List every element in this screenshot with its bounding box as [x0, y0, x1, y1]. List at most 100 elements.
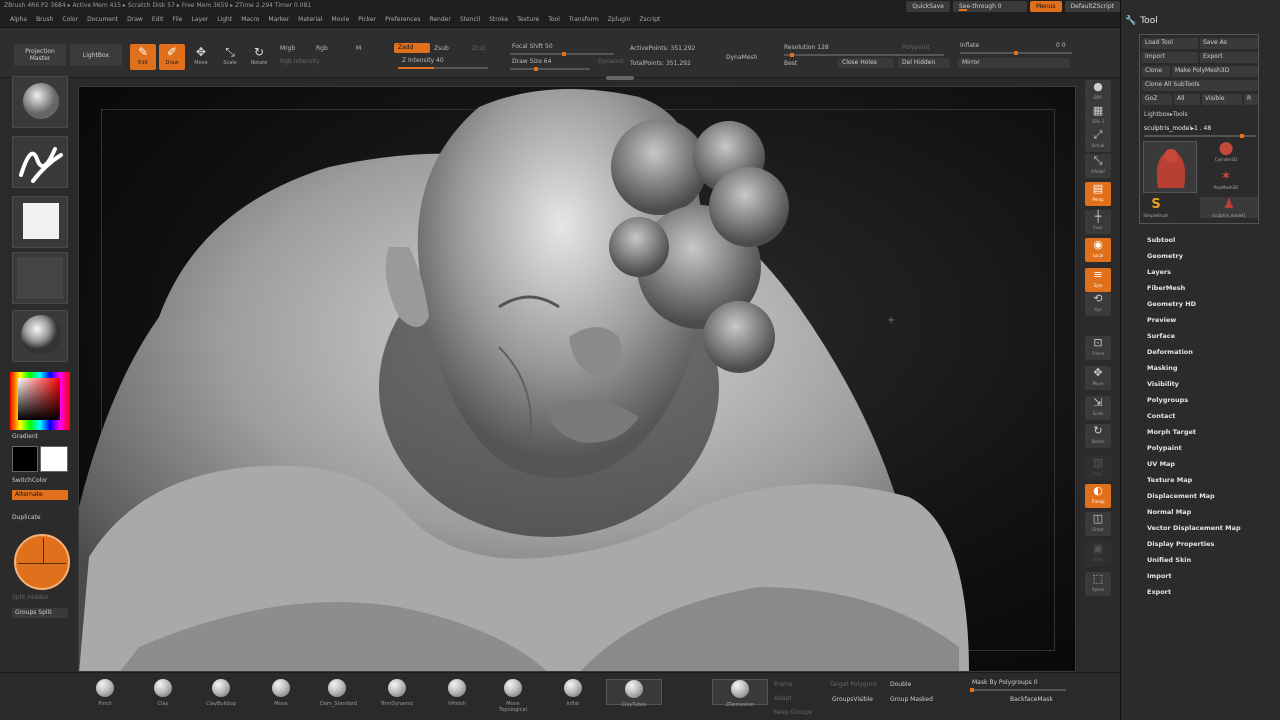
menu-document[interactable]: Document: [87, 16, 118, 23]
keep-groups-button[interactable]: Keep Groups: [774, 709, 812, 716]
subpalette-export[interactable]: Export: [1147, 588, 1241, 604]
alternate-button[interactable]: Alternate: [12, 490, 68, 500]
current-tool-thumbnail[interactable]: [1143, 141, 1197, 193]
duplicate-button[interactable]: Duplicate: [12, 514, 41, 521]
color-picker[interactable]: [10, 372, 70, 430]
sculptris-model-tool[interactable]: ♟ sculptris_model1: [1200, 197, 1258, 218]
draw-mode-button[interactable]: ✐ Draw: [159, 44, 185, 70]
subpalette-geometry[interactable]: Geometry: [1147, 252, 1241, 268]
subpalette-deformation[interactable]: Deformation: [1147, 348, 1241, 364]
tool-palette-header[interactable]: 🔧 Tool: [1125, 16, 1158, 26]
quicksave-button[interactable]: QuickSave: [906, 1, 950, 12]
right-shelf-polyf-button[interactable]: ▥ PolyF: [1085, 456, 1111, 480]
close-holes-button[interactable]: Close Holes: [838, 58, 894, 68]
menu-zscript[interactable]: Zscript: [639, 16, 660, 23]
menu-draw[interactable]: Draw: [127, 16, 143, 23]
document-canvas[interactable]: +: [78, 86, 1076, 672]
mrgb-button[interactable]: Mrgb: [280, 45, 295, 52]
subpalette-visibility[interactable]: Visibility: [1147, 380, 1241, 396]
subpalette-unified-skin[interactable]: Unified Skin: [1147, 556, 1241, 572]
mask-by-polygroups-slider[interactable]: Mask By Polygroups 0: [972, 679, 1038, 686]
m-button[interactable]: M: [356, 45, 361, 52]
move-mode-button[interactable]: ✥ Move: [188, 44, 214, 70]
rgb-button[interactable]: Rgb: [316, 45, 328, 52]
projection-master-button[interactable]: Projection Master: [14, 44, 66, 66]
resolution-slider[interactable]: [784, 53, 944, 57]
subpalette-polypaint[interactable]: Polypaint: [1147, 444, 1241, 460]
menu-texture[interactable]: Texture: [517, 16, 539, 23]
menu-file[interactable]: File: [172, 16, 182, 23]
goz-all-button[interactable]: All: [1174, 94, 1200, 105]
current-tool-slider[interactable]: sculptris_model▸1 . 48: [1144, 125, 1211, 132]
clone-all-subtools-button[interactable]: Clone All SubTools: [1142, 80, 1258, 91]
export-tool-button[interactable]: Export: [1200, 52, 1258, 63]
main-color-swatch[interactable]: [12, 446, 38, 472]
menu-stroke[interactable]: Stroke: [489, 16, 508, 23]
brush-claybuildup[interactable]: ClayBuildup: [204, 679, 238, 707]
adapt-button[interactable]: Adapt: [774, 695, 792, 702]
color-field[interactable]: [18, 378, 60, 420]
right-shelf-frame-button[interactable]: ⊡ Frame: [1085, 336, 1111, 360]
right-shelf-transp-button[interactable]: ◐ Transp: [1085, 484, 1111, 508]
right-shelf-actual-button[interactable]: ⤢ Actual: [1085, 128, 1111, 152]
rgb-intensity-slider[interactable]: Rgb Intensity: [280, 58, 320, 65]
brush-thumbnail[interactable]: [12, 76, 68, 128]
right-shelf-persp-button[interactable]: ▤ Persp: [1085, 182, 1111, 206]
target-polygons-slider[interactable]: Target Polygons: [830, 681, 877, 688]
subpalette-layers[interactable]: Layers: [1147, 268, 1241, 284]
menu-light[interactable]: Light: [217, 16, 232, 23]
goz-visible-button[interactable]: Visible: [1202, 94, 1242, 105]
right-shelf-local-button[interactable]: ◉ Local: [1085, 238, 1111, 262]
clone-button[interactable]: Clone: [1142, 66, 1170, 77]
groups-split-button[interactable]: Groups Split: [12, 608, 68, 618]
brush-dam-standard[interactable]: Dam_Standard: [320, 679, 357, 707]
save-as-button[interactable]: Save As: [1200, 38, 1258, 49]
subpalette-display-properties[interactable]: Display Properties: [1147, 540, 1241, 556]
brush-clay[interactable]: Clay: [146, 679, 180, 707]
gradient-button[interactable]: Gradient: [12, 433, 38, 440]
subpalette-texture-map[interactable]: Texture Map: [1147, 476, 1241, 492]
rotate-mode-button[interactable]: ↻ Rotate: [246, 44, 272, 70]
canvas-scroll-handle[interactable]: [606, 76, 634, 80]
z-intensity-slider[interactable]: [398, 67, 488, 69]
brush-claytubes[interactable]: ClayTubes: [606, 679, 662, 708]
cylinder3d-tool[interactable]: ⬤ Cylinder3D: [1212, 141, 1240, 162]
default-zscript-button[interactable]: DefaultZScript: [1064, 1, 1120, 12]
right-shelf-sym-button[interactable]: ≡ Sym: [1085, 268, 1111, 292]
menu-material[interactable]: Material: [298, 16, 322, 23]
right-shelf-ghost-button[interactable]: ◫ Ghost: [1085, 512, 1111, 536]
menu-layer[interactable]: Layer: [192, 16, 209, 23]
material-thumbnail[interactable]: [12, 310, 68, 362]
subpalette-subtool[interactable]: Subtool: [1147, 236, 1241, 252]
right-shelf-bpr-button[interactable]: ● BPR: [1085, 80, 1111, 104]
subpalette-polygroups[interactable]: Polygroups: [1147, 396, 1241, 412]
import-tool-button[interactable]: Import: [1142, 52, 1198, 63]
menu-macro[interactable]: Macro: [241, 16, 259, 23]
draw-size-slider[interactable]: [510, 67, 590, 71]
lightbox-button[interactable]: LightBox: [70, 44, 122, 66]
best-button[interactable]: Best: [784, 60, 797, 67]
stroke-thumbnail[interactable]: [12, 136, 68, 188]
right-shelf-scale-button[interactable]: ⇲ Scale: [1085, 396, 1111, 420]
goz-button[interactable]: GoZ: [1142, 94, 1172, 105]
brush-inflat[interactable]: Inflat: [556, 679, 590, 707]
inflate-slider[interactable]: [960, 51, 1072, 55]
menu-picker[interactable]: Picker: [358, 16, 376, 23]
polypaint-button[interactable]: Polypaint: [902, 44, 930, 51]
goz-r-button[interactable]: R: [1244, 94, 1258, 105]
subpalette-uv-map[interactable]: UV Map: [1147, 460, 1241, 476]
menus-toggle-button[interactable]: Menus: [1029, 1, 1062, 12]
brush-move[interactable]: Move: [264, 679, 298, 707]
dynamesh-button[interactable]: DynaMesh: [726, 54, 757, 61]
right-shelf-solo-button[interactable]: ▣ Solo: [1085, 542, 1111, 566]
double-button[interactable]: Double: [890, 681, 911, 688]
right-shelf-rotate-button[interactable]: ↻ Rotate: [1085, 424, 1111, 448]
menu-transform[interactable]: Transform: [569, 16, 599, 23]
mask-by-polygroups-track[interactable]: [970, 688, 1066, 692]
texture-thumbnail[interactable]: [12, 252, 68, 304]
secondary-color-swatch[interactable]: [40, 446, 68, 472]
make-polymesh-button[interactable]: Make PolyMesh3D: [1172, 66, 1258, 77]
del-hidden-button[interactable]: Del Hidden: [898, 58, 950, 68]
subpalette-displacement-map[interactable]: Displacement Map: [1147, 492, 1241, 508]
subpalette-masking[interactable]: Masking: [1147, 364, 1241, 380]
